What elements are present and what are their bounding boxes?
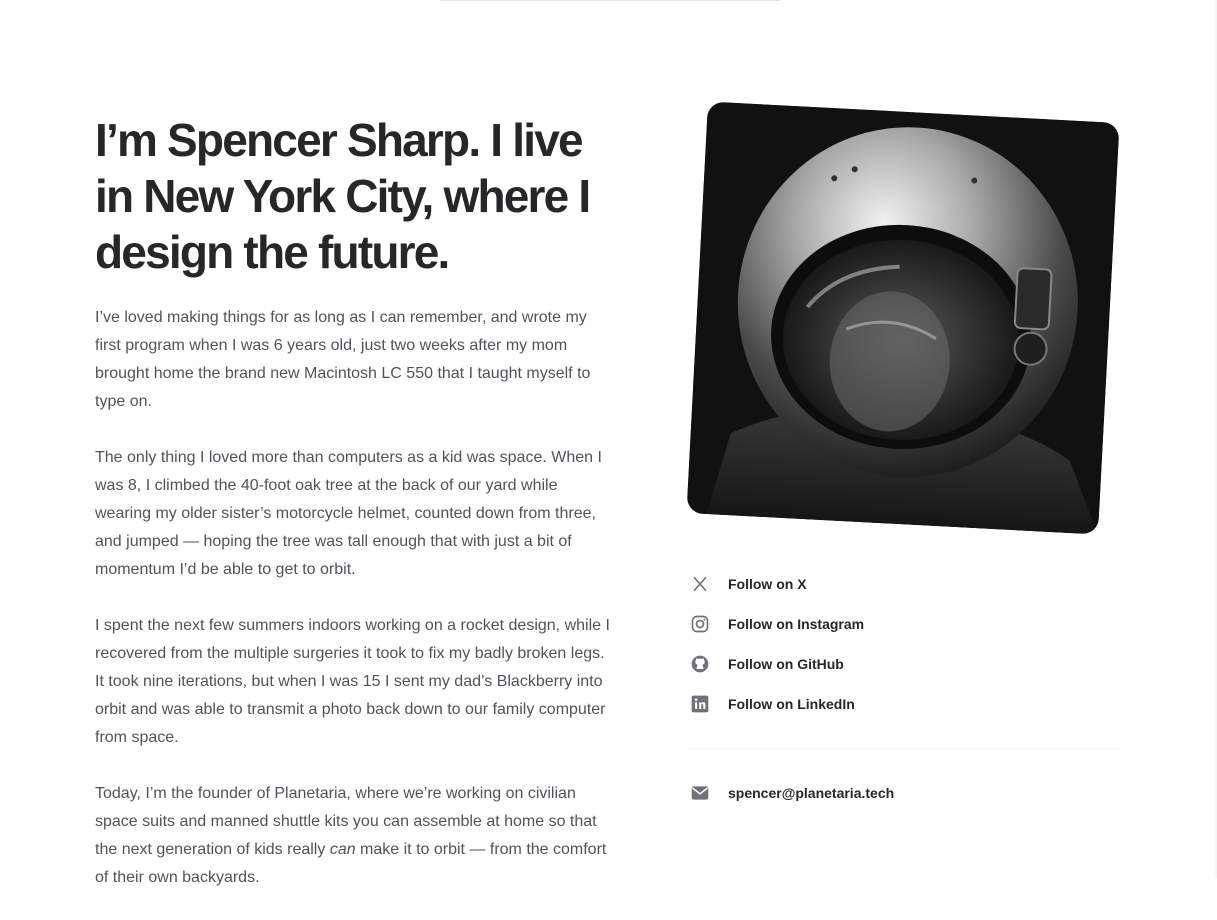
social-links: Follow on X Follow on Instagram Follow o…: [688, 564, 1120, 724]
astronaut-helmet-illustration: [686, 101, 1120, 535]
linkedin-icon: [688, 692, 712, 716]
instagram-icon: [688, 612, 712, 636]
mail-icon: [688, 781, 712, 805]
follow-github-label: Follow on GitHub: [728, 656, 844, 672]
page-title: I’m Spencer Sharp. I live in New York Ci…: [95, 114, 591, 278]
follow-instagram-label: Follow on Instagram: [728, 616, 865, 632]
divider: [688, 748, 1120, 749]
github-icon: [688, 652, 712, 676]
bio-emphasis: can: [329, 841, 356, 858]
follow-x-label: Follow on X: [728, 576, 807, 592]
portrait-photo: [686, 101, 1120, 535]
follow-linkedin-label: Follow on LinkedIn: [728, 696, 855, 712]
follow-github-link[interactable]: Follow on GitHub: [688, 644, 1120, 684]
header-edge: [440, 0, 780, 1]
bio-paragraph: I’ve loved making things for as long as …: [95, 309, 591, 410]
bio: I’ve loved making things for as long as …: [95, 304, 610, 920]
follow-instagram-link[interactable]: Follow on Instagram: [688, 604, 1120, 644]
email-label: spencer@planetaria.tech: [728, 785, 895, 801]
bio-paragraph: Today, I’m the founder of Planetaria, wh…: [95, 780, 610, 892]
bio-paragraph: I spent the next few summers indoors wor…: [95, 617, 610, 746]
bio-paragraph: The only thing I loved more than compute…: [95, 449, 602, 578]
follow-linkedin-link[interactable]: Follow on LinkedIn: [688, 684, 1120, 724]
x-icon: [688, 572, 712, 596]
email-link[interactable]: spencer@planetaria.tech: [688, 773, 894, 813]
follow-x-link[interactable]: Follow on X: [688, 564, 1120, 604]
